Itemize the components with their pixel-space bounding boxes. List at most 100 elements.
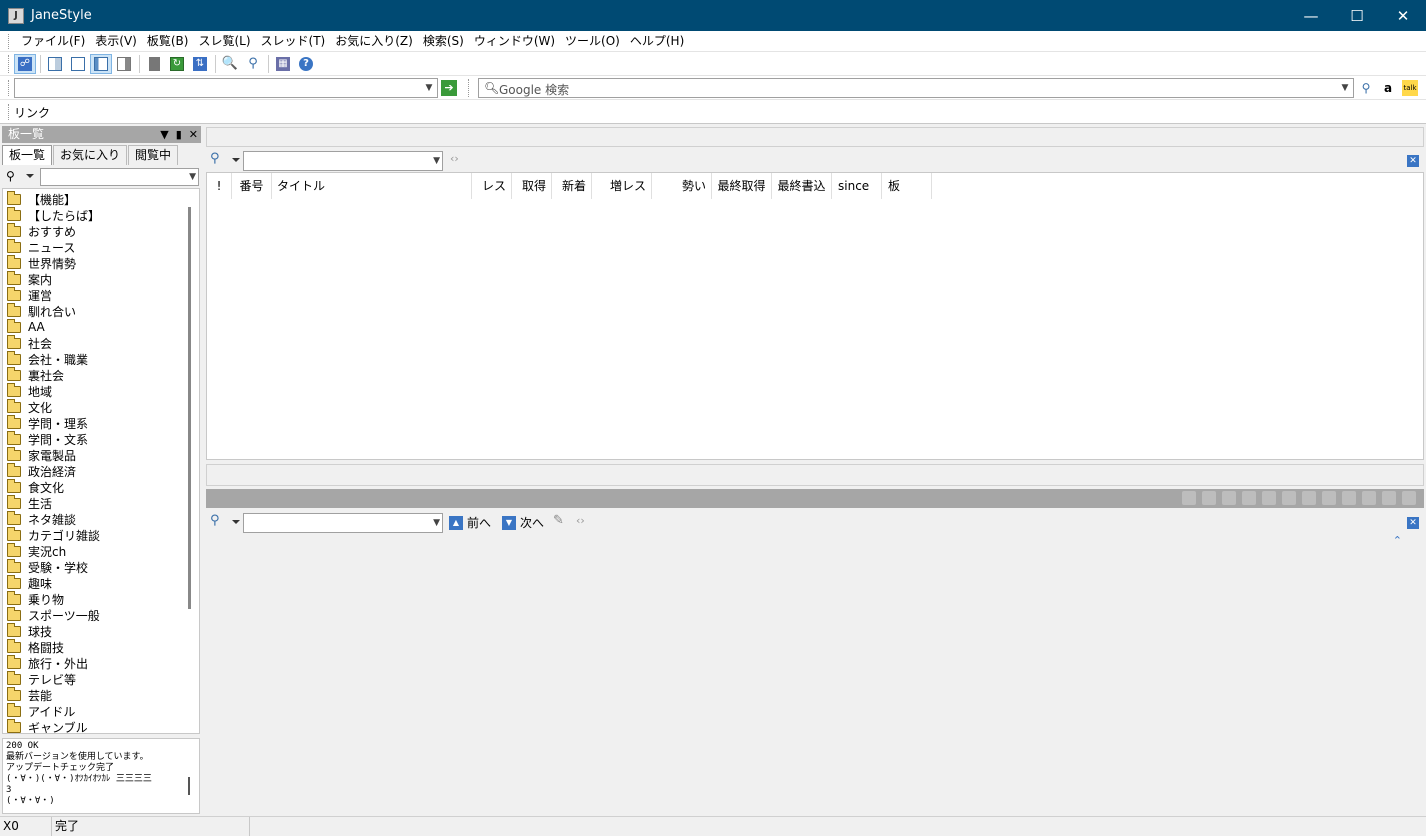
menu-view[interactable]: 表示(V) bbox=[90, 32, 142, 51]
board-category-item[interactable]: 案内 bbox=[7, 270, 52, 287]
talk-icon[interactable]: talk bbox=[1402, 80, 1418, 96]
board-category-item[interactable]: 運営 bbox=[7, 286, 52, 303]
board-category-item[interactable]: ニュース bbox=[7, 238, 75, 255]
thread-search-input[interactable]: ▼ bbox=[243, 513, 443, 533]
settings-button[interactable]: ▦ bbox=[272, 54, 294, 74]
chevron-down-icon[interactable] bbox=[232, 158, 240, 162]
menu-help[interactable]: ヘルプ(H) bbox=[625, 32, 689, 51]
search-icon[interactable]: ⚲ bbox=[210, 513, 220, 528]
column-header-board[interactable]: 板 bbox=[882, 173, 932, 199]
maximize-button[interactable]: ☐ bbox=[1334, 0, 1380, 31]
close-icon[interactable]: ✕ bbox=[1407, 155, 1419, 167]
filter-icon[interactable] bbox=[1202, 491, 1216, 505]
layout-button-3[interactable] bbox=[90, 53, 112, 74]
find-thread-button[interactable]: 🔍 bbox=[219, 54, 241, 74]
column-header-last-posted[interactable]: 最終書込 bbox=[772, 173, 832, 199]
next-button[interactable]: ▼ 次へ bbox=[502, 514, 544, 531]
menu-thread-list[interactable]: スレ覧(L) bbox=[193, 32, 255, 51]
toolbar-resize-grip[interactable]: ‹› bbox=[576, 514, 585, 527]
board-category-item[interactable]: 生活 bbox=[7, 494, 52, 511]
board-category-item[interactable]: 社会 bbox=[7, 334, 52, 351]
column-header-increase[interactable]: 増レス bbox=[592, 173, 652, 199]
board-category-item[interactable]: 旅行・外出 bbox=[7, 654, 88, 671]
tab-favorites[interactable]: お気に入り bbox=[53, 145, 128, 165]
tab-browsing[interactable]: 閲覧中 bbox=[128, 145, 179, 165]
toolbar-resize-grip[interactable]: ‹› bbox=[450, 152, 459, 165]
menu-window[interactable]: ウィンドウ(W) bbox=[469, 32, 560, 51]
chevron-down-icon[interactable] bbox=[232, 520, 240, 524]
chevron-down-icon[interactable]: ▼ bbox=[189, 172, 196, 182]
column-header-momentum[interactable]: 勢い bbox=[652, 173, 712, 199]
board-category-item[interactable]: 学問・理系 bbox=[7, 414, 88, 431]
board-category-item[interactable]: 食文化 bbox=[7, 478, 64, 495]
menu-boards[interactable]: 板覧(B) bbox=[142, 32, 194, 51]
close-icon[interactable]: ✕ bbox=[189, 126, 198, 143]
board-category-item[interactable]: 政治経済 bbox=[7, 462, 76, 479]
board-category-item[interactable]: 【したらば】 bbox=[7, 206, 100, 223]
tab-board-list[interactable]: 板一覧 bbox=[2, 145, 53, 165]
thread-view-body[interactable]: ⌃ bbox=[206, 534, 1424, 814]
column-header-title[interactable]: タイトル bbox=[272, 173, 472, 199]
board-category-item[interactable]: 文化 bbox=[7, 398, 52, 415]
board-category-item[interactable]: 乗り物 bbox=[7, 590, 64, 607]
refresh-button[interactable]: ↻ bbox=[166, 54, 188, 74]
menu-search[interactable]: 検索(S) bbox=[418, 32, 469, 51]
prev-button[interactable]: ▲ 前へ bbox=[449, 514, 491, 531]
board-category-item[interactable]: おすすめ bbox=[7, 222, 76, 239]
layout-button-4[interactable] bbox=[113, 54, 135, 74]
board-category-item[interactable]: スポーツ一般 bbox=[7, 606, 100, 623]
board-category-item[interactable]: AA bbox=[7, 318, 45, 335]
search-button[interactable]: ⚲ bbox=[242, 54, 264, 74]
board-category-item[interactable]: 世界情勢 bbox=[7, 254, 76, 271]
thread-filter-input[interactable]: ▼ bbox=[243, 151, 443, 171]
bookmark-icon[interactable] bbox=[1342, 491, 1356, 505]
column-header-fetched[interactable]: 取得 bbox=[512, 173, 552, 199]
toolbar-grip[interactable] bbox=[8, 54, 11, 73]
search-icon[interactable]: ⚲ bbox=[6, 169, 15, 183]
chevron-down-icon[interactable]: ▼ bbox=[433, 156, 440, 166]
amazon-icon[interactable]: a bbox=[1380, 80, 1396, 96]
minimize-button[interactable]: — bbox=[1288, 0, 1334, 31]
thread-list-table[interactable]: ! 番号 タイトル レス 取得 新着 増レス 勢い 最終取得 最終書込 sinc… bbox=[206, 172, 1424, 460]
column-header-since[interactable]: since bbox=[832, 173, 882, 199]
copy-icon[interactable] bbox=[1242, 491, 1256, 505]
go-button[interactable]: ➔ bbox=[441, 80, 457, 96]
clock-icon[interactable] bbox=[1182, 491, 1196, 505]
board-category-item[interactable]: 裏社会 bbox=[7, 366, 64, 383]
board-category-item[interactable]: ギャンブル bbox=[7, 718, 88, 733]
refresh-all-button[interactable]: ⇅ bbox=[189, 54, 211, 74]
board-category-item[interactable]: 地域 bbox=[7, 382, 52, 399]
close-thread-icon[interactable] bbox=[1402, 491, 1416, 505]
document-icon[interactable] bbox=[1222, 491, 1236, 505]
search-grip[interactable] bbox=[468, 79, 471, 97]
chevron-down-icon[interactable]: ▼ bbox=[1337, 79, 1353, 97]
board-category-item[interactable]: 格闘技 bbox=[7, 638, 64, 655]
pin-icon[interactable]: ▮ bbox=[176, 126, 182, 143]
column-header-res[interactable]: レス bbox=[472, 173, 512, 199]
save-icon[interactable] bbox=[1262, 491, 1276, 505]
column-header-mark[interactable]: ! bbox=[207, 173, 232, 199]
column-header-last-fetched[interactable]: 最終取得 bbox=[712, 173, 772, 199]
board-category-item[interactable]: 実況ch bbox=[7, 542, 66, 559]
search-icon[interactable]: ⚲ bbox=[210, 151, 220, 166]
board-category-item[interactable]: 馴れ合い bbox=[7, 302, 76, 319]
online-toggle-button[interactable]: ☍ bbox=[14, 53, 36, 74]
board-category-item[interactable]: 受験・学校 bbox=[7, 558, 88, 575]
links-grip[interactable] bbox=[8, 104, 11, 120]
web-search-input[interactable]: 🔍︎ Google 検索 ▼ bbox=[478, 78, 1354, 98]
new-document-button[interactable] bbox=[143, 54, 165, 74]
menu-thread[interactable]: スレッド(T) bbox=[256, 32, 331, 51]
menu-favorites[interactable]: お気に入り(Z) bbox=[330, 32, 418, 51]
menu-grip[interactable] bbox=[8, 33, 11, 49]
double-chevron-up-icon[interactable]: ⌃ bbox=[1393, 534, 1402, 547]
close-icon[interactable]: ✕ bbox=[1407, 517, 1419, 529]
board-icon[interactable] bbox=[1382, 491, 1396, 505]
menu-tools[interactable]: ツール(O) bbox=[560, 32, 625, 51]
board-category-item[interactable]: 家電製品 bbox=[7, 446, 76, 463]
export-icon[interactable] bbox=[1282, 491, 1296, 505]
board-tree[interactable]: 【機能】 【したらば】 おすすめ ニュース 世界情勢 案内 運営 馴れ合い AA 社会 会社・職業裏… bbox=[2, 188, 200, 734]
layout-button-2[interactable] bbox=[67, 54, 89, 74]
column-header-number[interactable]: 番号 bbox=[232, 173, 272, 199]
scrollbar[interactable] bbox=[188, 207, 191, 609]
url-input[interactable]: ▼ bbox=[14, 78, 438, 98]
